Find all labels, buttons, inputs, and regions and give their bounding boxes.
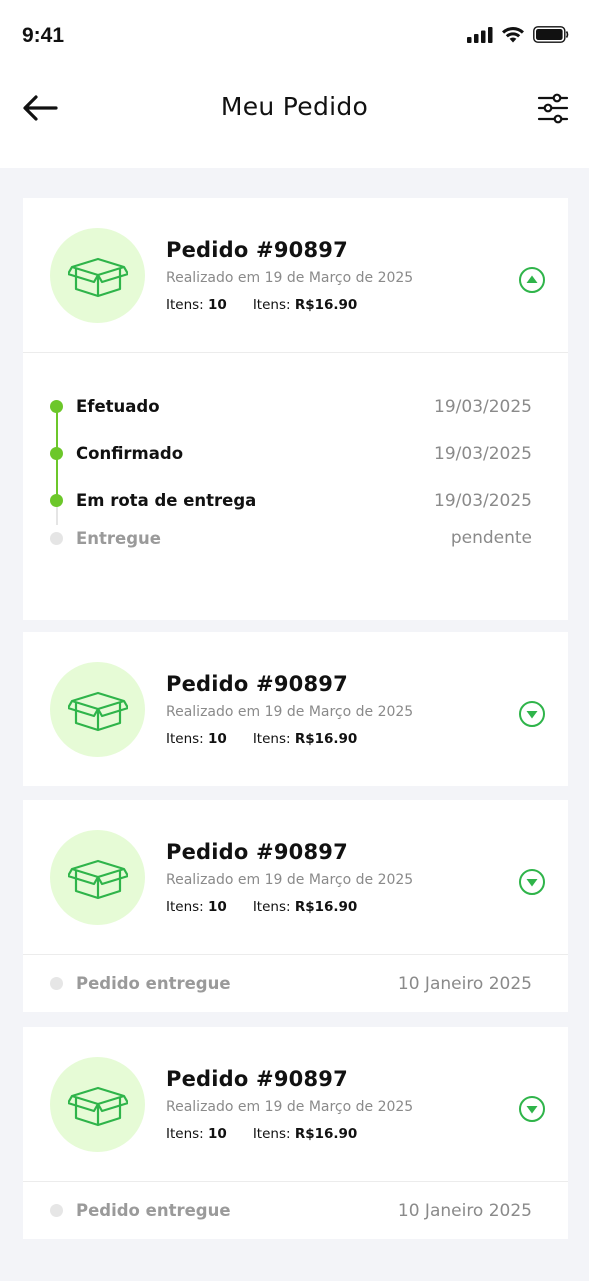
order-date: Realizado em 19 de Março de 2025: [166, 872, 414, 888]
battery-icon: [533, 26, 569, 43]
order-summary[interactable]: Pedido #90897 Realizado em 19 de Março d…: [23, 632, 568, 786]
items-count: Itens: 10: [166, 297, 227, 313]
step-dot: [50, 400, 63, 413]
package-box-icon: [67, 257, 128, 297]
order-summary[interactable]: Pedido #90897 Realizado em 19 de Março d…: [23, 800, 568, 954]
step-dot: [50, 447, 63, 460]
items-price: Itens: R$16.90: [252, 297, 358, 313]
order-card[interactable]: Pedido #90897 Realizado em 19 de Março d…: [23, 198, 568, 620]
order-date: Realizado em 19 de Março de 2025: [166, 1099, 414, 1115]
wifi-icon: [502, 27, 524, 43]
delivery-status-row: Pedido entregue 10 Janeiro 2025: [23, 1182, 568, 1239]
order-card[interactable]: Pedido #90897 Realizado em 19 de Março d…: [23, 632, 568, 786]
order-meta: Itens: 10 Itens: R$16.90: [166, 731, 357, 747]
step-label: Efetuado: [76, 397, 160, 416]
order-meta: Itens: 10 Itens: R$16.90: [166, 899, 357, 915]
order-meta: Itens: 10 Itens: R$16.90: [166, 1126, 357, 1142]
filter-sliders-icon[interactable]: [537, 92, 569, 126]
expand-arrow-icon[interactable]: [518, 1095, 546, 1123]
page-title: Meu Pedido: [220, 92, 369, 121]
collapse-arrow-icon[interactable]: [518, 266, 546, 294]
step-label: Confirmado: [76, 444, 184, 463]
package-box-icon: [67, 691, 128, 731]
step-dot: [50, 494, 63, 507]
step-label: Entregue: [76, 528, 161, 548]
order-summary[interactable]: Pedido #90897 Realizado em 19 de Março d…: [23, 198, 568, 352]
status-icons: [467, 26, 569, 43]
signal-icon: [467, 26, 493, 43]
order-avatar: [50, 228, 145, 323]
items-count: Itens: 10: [166, 731, 227, 747]
order-avatar: [50, 1057, 145, 1152]
items-count: Itens: 10: [166, 1126, 227, 1142]
order-title: Pedido #90897: [166, 238, 348, 262]
order-card[interactable]: Pedido #90897 Realizado em 19 de Março d…: [23, 800, 568, 1012]
delivery-status-row: Pedido entregue 10 Janeiro 2025: [23, 955, 568, 1012]
order-card[interactable]: Pedido #90897 Realizado em 19 de Março d…: [23, 1027, 568, 1239]
order-title: Pedido #90897: [166, 1067, 348, 1091]
order-meta: Itens: 10 Itens: R$16.90: [166, 297, 357, 313]
order-timeline: Efetuado 19/03/2025 Confirmado 19/03/202…: [23, 353, 568, 621]
timeline-step: Efetuado 19/03/2025: [50, 383, 532, 430]
order-date: Realizado em 19 de Março de 2025: [166, 270, 414, 286]
order-title: Pedido #90897: [166, 672, 348, 696]
status-bar: 9:41: [0, 0, 589, 70]
expand-arrow-icon[interactable]: [518, 700, 546, 728]
status-dot: [50, 977, 63, 990]
status-time: 9:41: [22, 24, 65, 47]
order-date: Realizado em 19 de Março de 2025: [166, 704, 414, 720]
timeline-step: Em rota de entrega 19/03/2025: [50, 477, 532, 524]
order-avatar: [50, 830, 145, 925]
delivery-date: 10 Janeiro 2025: [397, 973, 532, 994]
delivery-date: 10 Janeiro 2025: [397, 1200, 532, 1221]
step-date: pendente: [450, 528, 532, 548]
items-price: Itens: R$16.90: [252, 1126, 358, 1142]
step-date: 19/03/2025: [434, 396, 532, 417]
delivery-status-label: Pedido entregue: [76, 974, 231, 993]
step-date: 19/03/2025: [434, 443, 532, 464]
step-date: 19/03/2025: [434, 490, 532, 511]
expand-arrow-icon[interactable]: [518, 868, 546, 896]
order-title: Pedido #90897: [166, 840, 348, 864]
order-avatar: [50, 662, 145, 757]
package-box-icon: [67, 859, 128, 899]
step-label: Em rota de entrega: [76, 491, 257, 510]
app-header: Meu Pedido: [0, 70, 589, 168]
timeline-step: Confirmado 19/03/2025: [50, 430, 532, 477]
items-price: Itens: R$16.90: [252, 899, 358, 915]
package-box-icon: [67, 1086, 128, 1126]
timeline-step: Entregue pendente: [50, 524, 532, 552]
items-count: Itens: 10: [166, 899, 227, 915]
step-dot: [50, 531, 63, 545]
delivery-status-label: Pedido entregue: [76, 1201, 231, 1220]
status-dot: [50, 1204, 63, 1217]
order-summary[interactable]: Pedido #90897 Realizado em 19 de Março d…: [23, 1027, 568, 1181]
items-price: Itens: R$16.90: [252, 731, 358, 747]
